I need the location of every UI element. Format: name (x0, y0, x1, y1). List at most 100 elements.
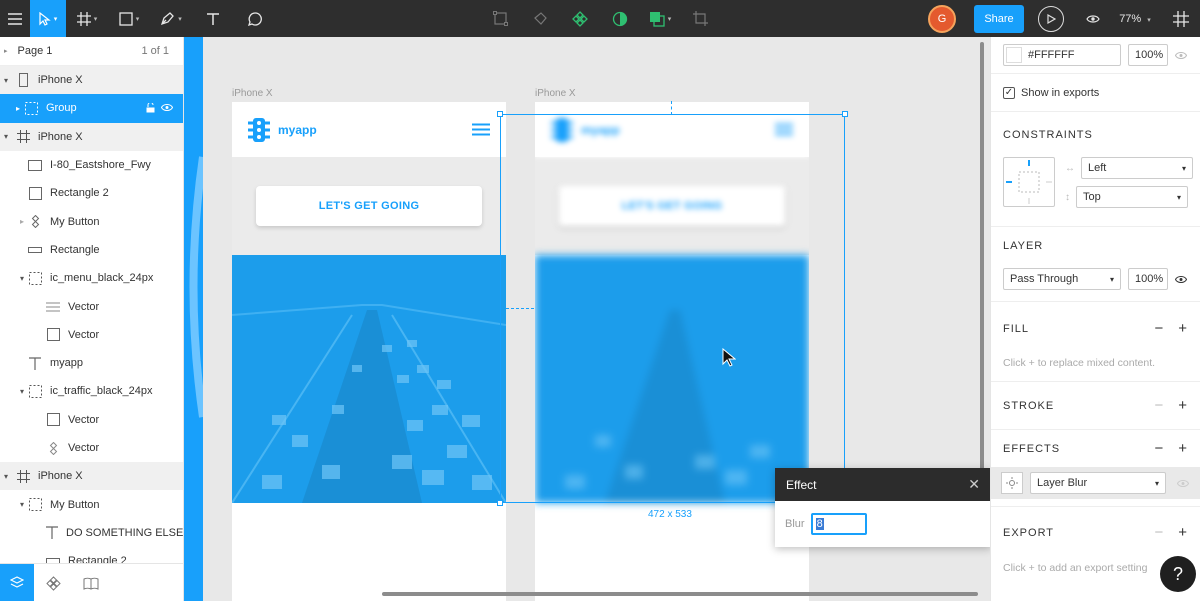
horizontal-arrows-icon: ↔ (1065, 162, 1075, 174)
constraint-horizontal-select[interactable]: Left ▾ (1081, 157, 1193, 179)
plus-icon[interactable]: + (1178, 320, 1188, 337)
close-icon[interactable]: ✕ (968, 476, 980, 493)
layer-row[interactable]: ▾ iPhone X (0, 462, 183, 491)
layer-row[interactable]: I-80_Eastshore_Fwy (0, 151, 183, 179)
chevron-right-icon[interactable]: ▸ (12, 104, 24, 113)
selection-box[interactable] (497, 111, 848, 506)
layer-row[interactable]: Vector (0, 292, 183, 320)
shape-tool-button[interactable]: ▾ (108, 0, 150, 37)
chevron-right-icon: ▸ (4, 48, 8, 55)
resize-handle[interactable] (842, 111, 848, 117)
eye-icon[interactable] (1175, 275, 1187, 284)
user-avatar[interactable]: G (928, 4, 956, 33)
layer-row[interactable]: myapp (0, 349, 183, 377)
zoom-dropdown[interactable]: 77% ▾ (1108, 13, 1162, 25)
chevron-down-icon[interactable]: ▾ (16, 387, 28, 396)
move-tool-button[interactable]: ▾ (30, 0, 66, 37)
chevron-down-icon[interactable]: ▾ (16, 500, 28, 509)
comment-tool-button[interactable] (234, 0, 276, 37)
present-button[interactable] (1038, 5, 1064, 32)
minus-icon[interactable]: − (1154, 397, 1164, 414)
resize-handle[interactable] (497, 500, 503, 506)
horizontal-scrollbar[interactable] (382, 592, 978, 596)
effect-type-select[interactable]: Layer Blur ▾ (1030, 472, 1166, 494)
stroke-section: STROKE − + (991, 382, 1200, 430)
crop-button[interactable] (680, 0, 720, 37)
components-tab[interactable] (34, 564, 72, 601)
layer-row[interactable]: Vector (0, 406, 183, 434)
color-field[interactable]: #FFFFFF (1003, 44, 1121, 66)
layer-row[interactable]: Rectangle 2 (0, 179, 183, 207)
layer-row[interactable]: ▾ ic_menu_black_24px (0, 264, 183, 292)
layer-row[interactable]: ▸ My Button (0, 207, 183, 235)
chevron-down-icon[interactable]: ▾ (0, 472, 12, 481)
share-button[interactable]: Share (974, 4, 1024, 33)
help-button[interactable]: ? (1160, 556, 1196, 592)
layers-tab[interactable] (0, 564, 34, 601)
layer-row-selected[interactable]: ▸ Group (0, 94, 183, 123)
plus-icon[interactable]: + (1178, 524, 1188, 541)
chevron-down-icon[interactable]: ▾ (0, 132, 12, 141)
fill-toggle-button[interactable]: ▾ (640, 0, 680, 37)
frame-tool-button[interactable]: ▾ (66, 0, 108, 37)
library-tab[interactable] (72, 564, 110, 601)
chevron-down-icon[interactable]: ▾ (16, 274, 28, 283)
blur-input[interactable]: 8 (810, 513, 867, 535)
minus-icon[interactable]: − (1154, 440, 1164, 457)
opacity-field[interactable]: 100% (1128, 44, 1168, 66)
constraint-vertical-select[interactable]: Top ▾ (1076, 186, 1188, 208)
context-tools: ▾ (480, 0, 720, 37)
layer-row[interactable]: ▾ ic_traffic_black_24px (0, 377, 183, 405)
chevron-right-icon[interactable]: ▸ (16, 217, 28, 226)
layer-row[interactable]: DO SOMETHING ELSE (0, 519, 183, 547)
unlock-icon[interactable] (146, 103, 155, 113)
fill-title: FILL (1003, 322, 1030, 335)
effect-settings-button[interactable] (1001, 472, 1023, 494)
color-swatch[interactable] (1006, 47, 1022, 63)
minus-icon[interactable]: − (1154, 320, 1164, 337)
layer-row[interactable]: Vector (0, 321, 183, 349)
page-selector[interactable]: ▸ Page 1 1 of 1 (0, 37, 183, 66)
chevron-down-icon: ▾ (1176, 192, 1181, 202)
component-button[interactable] (560, 0, 600, 37)
mask-button[interactable] (600, 0, 640, 37)
export-header: EXPORT − + (1003, 524, 1188, 541)
plus-icon[interactable]: + (1178, 440, 1188, 457)
vertical-scrollbar[interactable] (980, 42, 984, 472)
blend-mode-select[interactable]: Pass Through ▾ (1003, 268, 1121, 290)
play-icon (1047, 13, 1056, 24)
layer-row[interactable]: ▾ iPhone X (0, 66, 183, 95)
pen-tool-button[interactable]: ▾ (150, 0, 192, 37)
minus-icon[interactable]: − (1154, 524, 1164, 541)
eye-icon[interactable] (1177, 479, 1189, 488)
layer-row[interactable]: Rectangle (0, 236, 183, 264)
frame-settings-button[interactable] (1162, 0, 1200, 37)
layer-row[interactable]: Vector (0, 434, 183, 462)
cta-button[interactable]: LET'S GET GOING (256, 186, 482, 226)
mouse-cursor-icon (722, 348, 736, 367)
eye-icon[interactable] (161, 103, 173, 112)
page-name: Page 1 (17, 45, 53, 57)
layer-opacity-field[interactable]: 100% (1128, 268, 1168, 290)
auto-layout-button[interactable] (480, 0, 520, 37)
menu-icon[interactable] (0, 0, 30, 37)
constraint-widget[interactable] (1003, 157, 1055, 207)
eye-icon[interactable] (1175, 51, 1187, 60)
fill-header: FILL − + (1003, 320, 1188, 337)
text-tool-button[interactable] (192, 0, 234, 37)
blur-label: Blur (785, 518, 805, 530)
chevron-down-icon[interactable]: ▾ (0, 76, 12, 85)
layer-label: iPhone X (38, 130, 83, 143)
row-actions (146, 103, 173, 113)
frame-label[interactable]: iPhone X (535, 88, 576, 99)
layer-row[interactable]: ▾ iPhone X (0, 122, 183, 151)
boolean-button[interactable] (520, 0, 560, 37)
show-in-exports-checkbox[interactable]: ✓ (1003, 86, 1015, 99)
plus-icon[interactable]: + (1178, 397, 1188, 414)
rectangle-tool-icon (119, 11, 133, 26)
view-settings-button[interactable] (1078, 0, 1108, 37)
resize-handle[interactable] (497, 111, 503, 117)
phone-frame-original[interactable]: myapp LET'S GET GOING (232, 102, 506, 601)
layer-row[interactable]: ▾ My Button (0, 490, 183, 518)
frame-label[interactable]: iPhone X (232, 88, 273, 99)
